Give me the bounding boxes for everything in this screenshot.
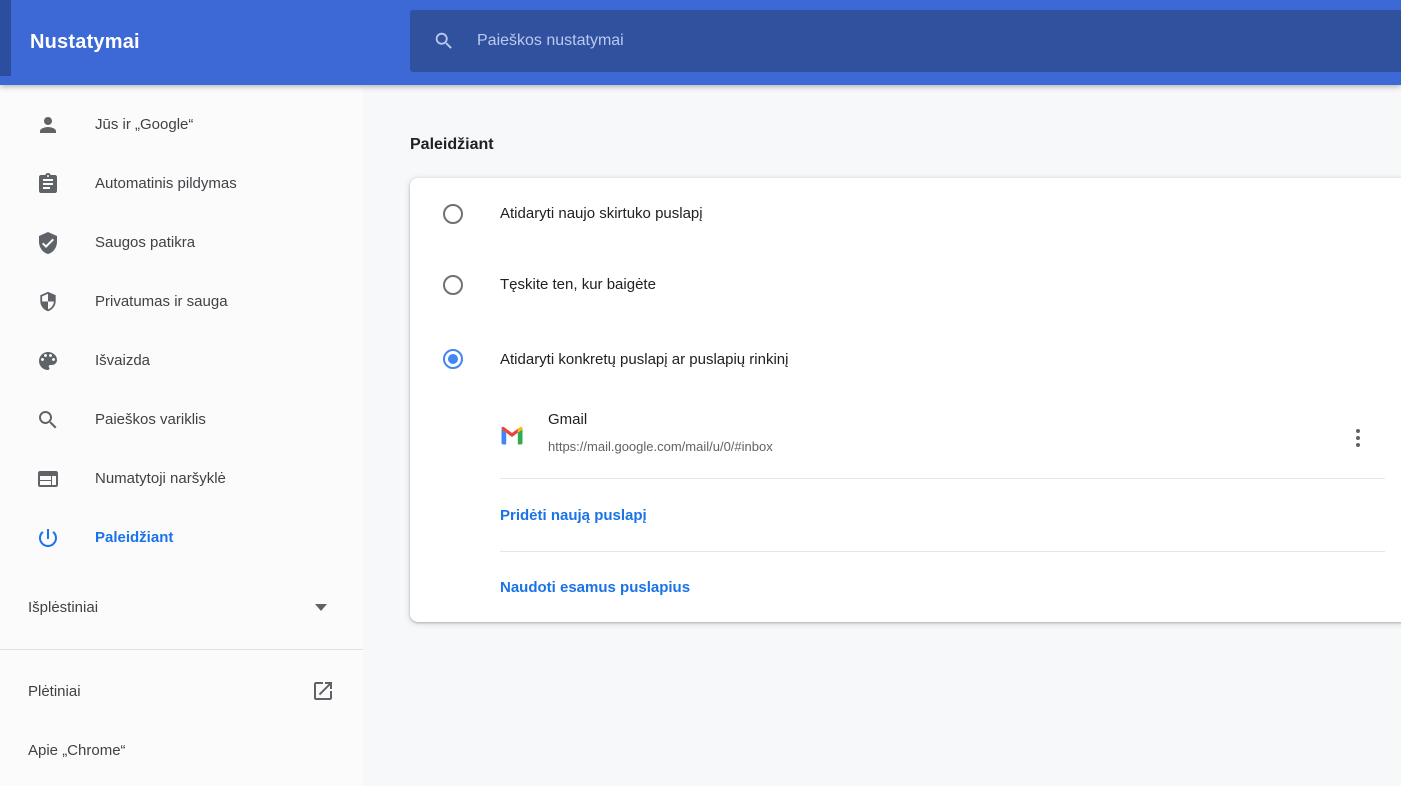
sidebar-advanced-toggle[interactable]: Išplėstiniai (0, 583, 363, 631)
startup-page-text: Gmail https://mail.google.com/mail/u/0/#… (548, 410, 773, 456)
person-icon (36, 113, 60, 137)
header-left-edge (0, 0, 11, 76)
use-current-pages-label: Naudoti esamus puslapius (500, 579, 690, 596)
kebab-menu-icon (1356, 429, 1360, 447)
sidebar-divider (0, 649, 363, 650)
external-link-icon (311, 679, 335, 703)
radio-option-specific-pages[interactable]: Atidaryti konkretų puslapį ar puslapių r… (410, 320, 1401, 398)
startup-page-name: Gmail (548, 410, 773, 430)
gmail-icon (500, 426, 524, 445)
sidebar-item-privacy-security[interactable]: Privatumas ir sauga (0, 272, 363, 331)
search-icon (36, 408, 60, 432)
shield-check-icon (36, 231, 60, 255)
radio-option-label: Atidaryti naujo skirtuko puslapį (500, 205, 703, 222)
add-new-page-label: Pridėti naują puslapį (500, 507, 647, 524)
sidebar-nav: Jūs ir „Google“ Automatinis pildymas Sau… (0, 85, 363, 567)
sidebar-item-label: Išvaizda (95, 352, 150, 369)
search-icon (433, 30, 455, 52)
startup-page-row: Gmail https://mail.google.com/mail/u/0/#… (410, 398, 1401, 478)
sidebar-item-default-browser[interactable]: Numatytoji naršyklė (0, 449, 363, 508)
palette-icon (36, 349, 60, 373)
page-options-button[interactable] (1340, 420, 1376, 456)
settings-header: Nustatymai (0, 0, 1401, 85)
radio-option-continue[interactable]: Tęskite ten, kur baigėte (410, 249, 1401, 320)
sidebar-item-about-chrome[interactable]: Apie „Chrome“ (0, 726, 363, 774)
chevron-down-icon (315, 604, 327, 611)
add-new-page-button[interactable]: Pridėti naują puslapį (410, 479, 1401, 551)
on-startup-card: Atidaryti naujo skirtuko puslapį Tęskite… (410, 178, 1401, 622)
sidebar-item-on-startup[interactable]: Paleidžiant (0, 508, 363, 567)
sidebar-item-search-engine[interactable]: Paieškos variklis (0, 390, 363, 449)
use-current-pages-button[interactable]: Naudoti esamus puslapius (410, 552, 1401, 622)
radio-option-label: Atidaryti konkretų puslapį ar puslapių r… (500, 351, 788, 368)
sidebar-item-label: Paieškos variklis (95, 411, 206, 428)
advanced-label: Išplėstiniai (28, 599, 98, 616)
power-icon (36, 526, 60, 550)
section-title: Paleidžiant (410, 136, 494, 154)
sidebar-item-appearance[interactable]: Išvaizda (0, 331, 363, 390)
sidebar-item-label: Numatytoji naršyklė (95, 470, 226, 487)
sidebar-item-label: Saugos patikra (95, 234, 195, 251)
page-title: Nustatymai (30, 0, 140, 85)
sidebar: Jūs ir „Google“ Automatinis pildymas Sau… (0, 85, 363, 786)
half-shield-icon (36, 290, 60, 314)
browser-window-icon (36, 467, 60, 491)
sidebar-item-safety-check[interactable]: Saugos patikra (0, 213, 363, 272)
radio-button-icon[interactable] (443, 349, 463, 369)
radio-button-icon[interactable] (443, 204, 463, 224)
sidebar-item-extensions[interactable]: Plėtiniai (0, 667, 363, 715)
clipboard-icon (36, 172, 60, 196)
sidebar-item-label: Privatumas ir sauga (95, 293, 228, 310)
sidebar-item-label: Automatinis pildymas (95, 175, 237, 192)
sidebar-item-autofill[interactable]: Automatinis pildymas (0, 154, 363, 213)
radio-option-label: Tęskite ten, kur baigėte (500, 276, 656, 293)
extensions-label: Plėtiniai (28, 683, 81, 700)
radio-option-new-tab[interactable]: Atidaryti naujo skirtuko puslapį (410, 178, 1401, 249)
sidebar-item-you-and-google[interactable]: Jūs ir „Google“ (0, 95, 363, 154)
settings-searchbox[interactable] (410, 10, 1401, 72)
startup-page-url: https://mail.google.com/mail/u/0/#inbox (548, 438, 773, 456)
radio-button-icon[interactable] (443, 275, 463, 295)
sidebar-item-label: Jūs ir „Google“ (95, 116, 193, 133)
search-input[interactable] (477, 32, 1277, 50)
about-label: Apie „Chrome“ (28, 742, 126, 759)
sidebar-item-label: Paleidžiant (95, 529, 173, 546)
